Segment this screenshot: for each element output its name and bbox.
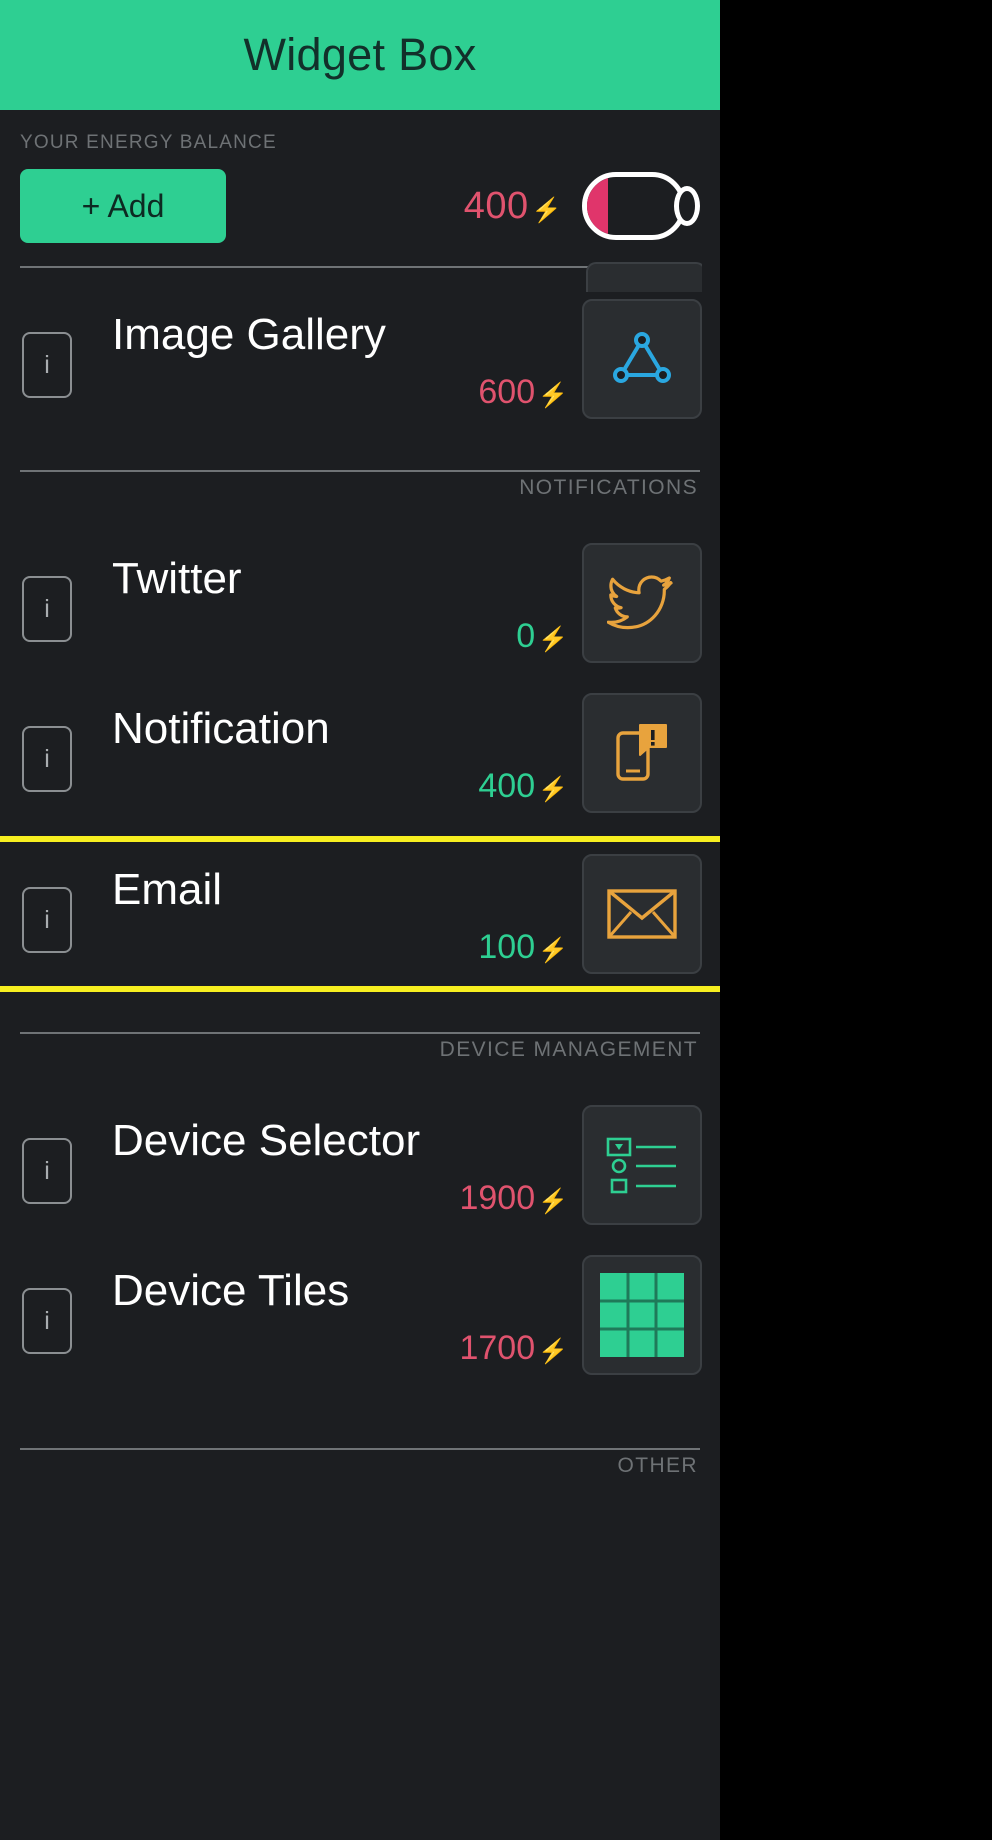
info-button[interactable]: i xyxy=(22,1288,72,1354)
bolt-icon: ⚡ xyxy=(538,775,568,803)
widget-row[interactable]: i Device Tiles 1700 ⚡ xyxy=(0,1240,720,1390)
energy-amount: 400 ⚡ xyxy=(464,185,562,228)
widget-name: Notification xyxy=(112,703,330,753)
widget-cost: 100 ⚡ xyxy=(112,928,582,967)
twitter-bird-icon xyxy=(607,575,673,630)
twitter-icon-tile[interactable] xyxy=(582,543,702,663)
widget-row[interactable]: i Twitter 0 ⚡ xyxy=(0,528,720,678)
info-button[interactable]: i xyxy=(22,1138,72,1204)
device-selector-list-icon xyxy=(606,1137,676,1194)
info-button[interactable]: i xyxy=(22,726,72,792)
bottom-spacer xyxy=(0,1478,720,1508)
widget-name: Email xyxy=(112,864,223,914)
image-gallery-icon-tile[interactable] xyxy=(582,299,702,419)
device-tiles-grid-icon xyxy=(600,1273,684,1357)
device-tiles-icon-tile[interactable] xyxy=(582,1255,702,1375)
device-selector-icon-tile[interactable] xyxy=(582,1105,702,1225)
bolt-icon: ⚡ xyxy=(538,1337,568,1365)
energy-balance-section: YOUR ENERGY BALANCE + Add 400 ⚡ xyxy=(0,110,720,248)
widget-row[interactable]: i Image Gallery 600 ⚡ xyxy=(0,262,720,434)
info-button[interactable]: i xyxy=(22,332,72,398)
energy-amount-value: 400 xyxy=(463,184,529,227)
bolt-icon: ⚡ xyxy=(538,936,568,964)
widget-name: Device Tiles xyxy=(112,1265,350,1315)
notification-phone-icon xyxy=(616,724,667,781)
widget-name: Image Gallery xyxy=(112,309,386,359)
widget-row-email-selected[interactable]: i Email 100 ⚡ xyxy=(0,836,720,992)
widget-row-body: Twitter 0 ⚡ xyxy=(72,528,582,678)
widget-name: Twitter xyxy=(112,553,242,603)
widget-cost-value: 0 xyxy=(516,616,536,655)
widget-row-body: Image Gallery 600 ⚡ xyxy=(72,284,582,434)
battery-cap xyxy=(674,186,700,226)
battery-body xyxy=(582,172,686,240)
widget-row[interactable]: i Notification 400 ⚡ xyxy=(0,678,720,828)
widget-cost-value: 400 xyxy=(478,766,536,805)
widget-cost-value: 100 xyxy=(478,927,536,966)
info-button[interactable]: i xyxy=(22,576,72,642)
bolt-icon: ⚡ xyxy=(538,1187,568,1215)
group-header-notifications: NOTIFICATIONS xyxy=(519,476,698,499)
app-header: Widget Box xyxy=(0,0,720,110)
widget-cost: 400 ⚡ xyxy=(112,767,582,806)
widget-row[interactable]: i Device Selector 1900 ⚡ xyxy=(0,1090,720,1240)
email-icon-tile[interactable] xyxy=(582,854,702,974)
widget-cost: 0 ⚡ xyxy=(112,617,582,656)
widget-row-body: Email 100 ⚡ xyxy=(72,842,582,986)
widget-cost: 600 ⚡ xyxy=(112,373,582,412)
widget-cost: 1700 ⚡ xyxy=(112,1329,582,1368)
envelope-icon xyxy=(607,889,677,939)
widget-row-body: Device Selector 1900 ⚡ xyxy=(72,1090,582,1240)
info-button[interactable]: i xyxy=(22,887,72,953)
page-title: Widget Box xyxy=(243,29,477,80)
partial-widget-icon-tile xyxy=(586,262,702,292)
group-header-device-management: DEVICE MANAGEMENT xyxy=(439,1038,698,1061)
widget-cost-value: 1900 xyxy=(459,1178,536,1217)
battery-fill xyxy=(587,177,608,235)
battery-indicator xyxy=(582,172,700,240)
image-gallery-icon xyxy=(613,332,671,383)
bolt-icon: ⚡ xyxy=(538,625,568,653)
energy-balance-label: YOUR ENERGY BALANCE xyxy=(20,132,277,153)
group-header-other: OTHER xyxy=(617,1454,698,1477)
bolt-icon: ⚡ xyxy=(538,381,568,409)
add-energy-button[interactable]: + Add xyxy=(20,169,226,243)
partial-tile-above xyxy=(586,262,702,292)
widget-row-body: Device Tiles 1700 ⚡ xyxy=(72,1240,582,1390)
bolt-icon: ⚡ xyxy=(531,196,562,224)
widget-cost: 1900 ⚡ xyxy=(112,1179,582,1218)
widget-row-body: Notification 400 ⚡ xyxy=(72,678,582,828)
energy-balance-row: + Add 400 ⚡ xyxy=(20,164,700,248)
app-window: Widget Box YOUR ENERGY BALANCE + Add 400… xyxy=(0,0,720,1840)
widget-cost-value: 600 xyxy=(478,372,536,411)
notification-icon-tile[interactable] xyxy=(582,693,702,813)
widget-cost-value: 1700 xyxy=(459,1328,536,1367)
widget-name: Device Selector xyxy=(112,1115,421,1165)
